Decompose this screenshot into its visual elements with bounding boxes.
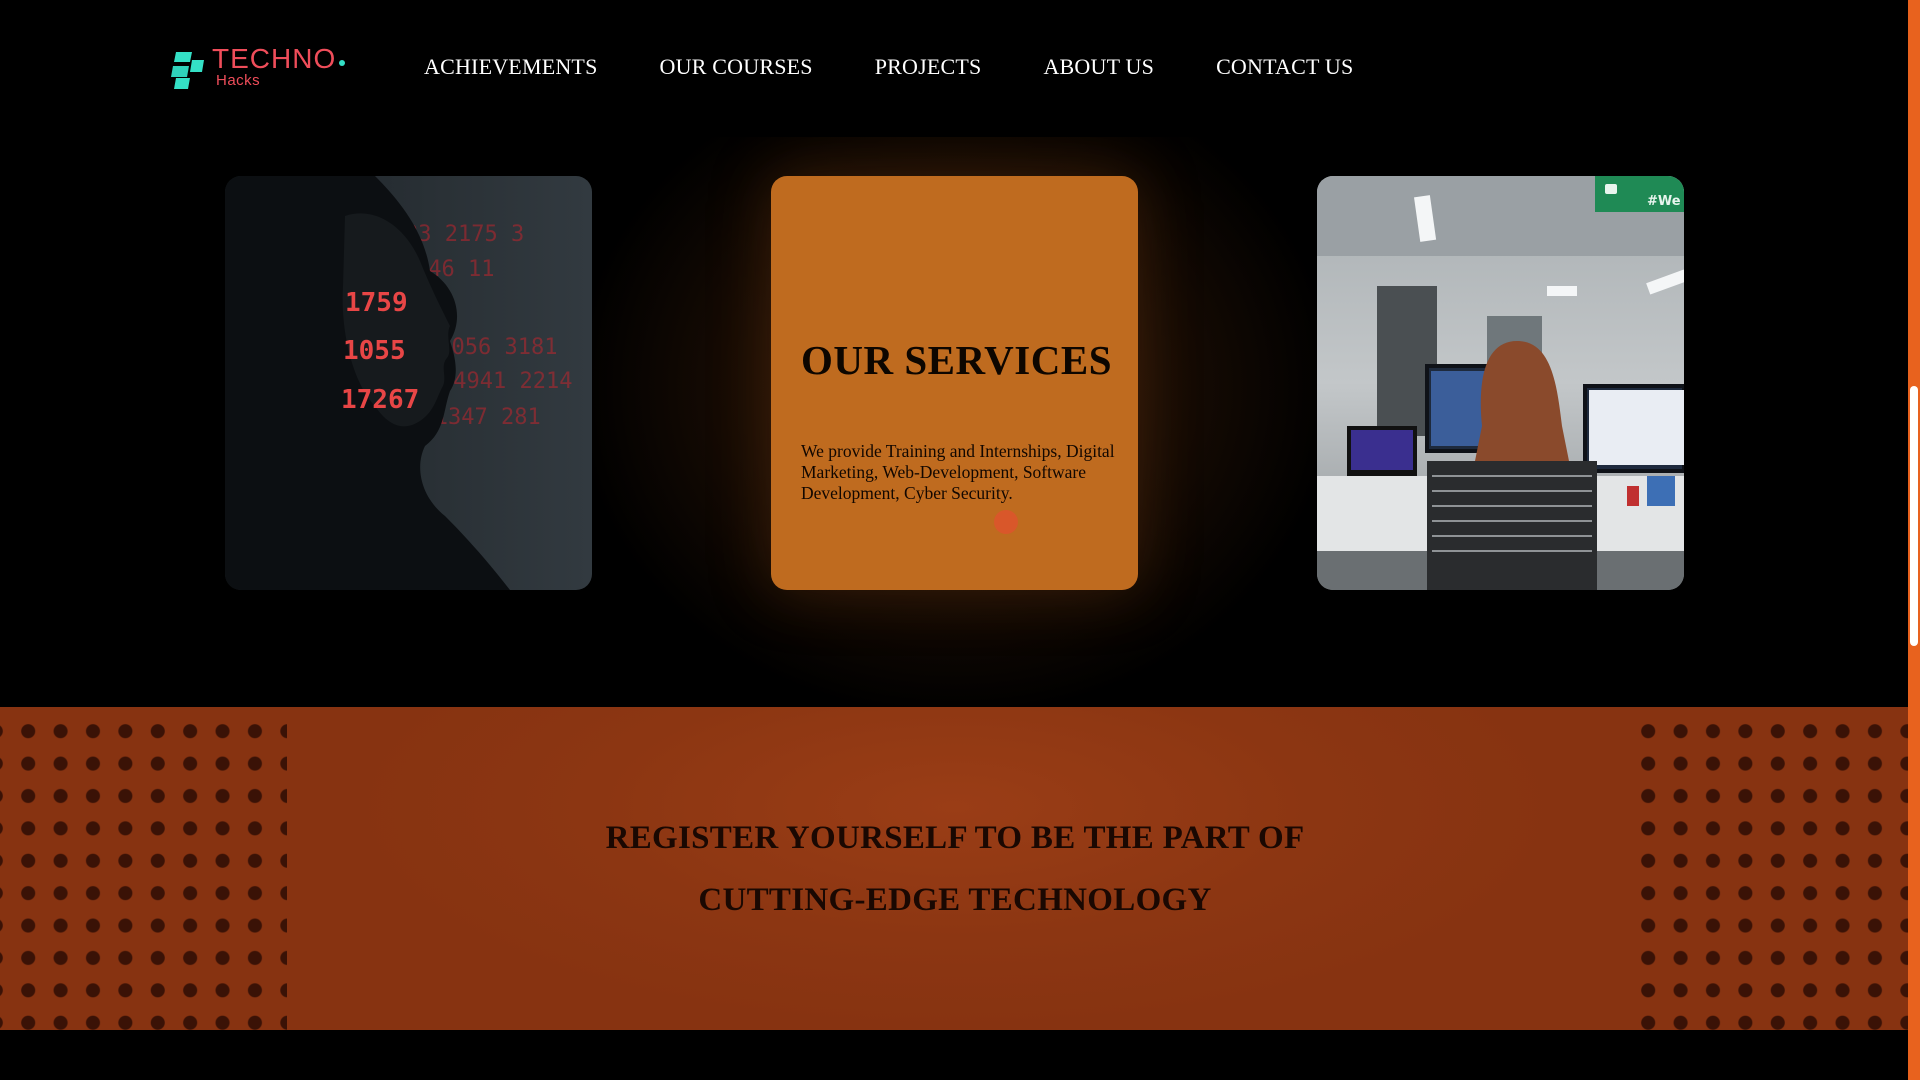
footer-band	[0, 1030, 1908, 1080]
logo[interactable]: TECHNO Hacks	[170, 44, 350, 94]
code-line-2: 1055	[343, 336, 406, 366]
code-line-1: 1759	[345, 288, 408, 318]
svg-text:23 2175 3: 23 2175 3	[405, 222, 524, 247]
page: TECHNO Hacks ACHIEVEMENTS OUR COURSES PR…	[0, 0, 1920, 1080]
register-heading: REGISTER YOURSELF TO BE THE PART OF CUTT…	[500, 807, 1410, 931]
office-image: #We	[1317, 176, 1684, 590]
services-card[interactable]: OUR SERVICES We provide Training and Int…	[771, 176, 1138, 590]
dot-pattern-left	[0, 707, 287, 1030]
logo-dot-icon	[339, 60, 346, 66]
cursor-dot-icon	[994, 510, 1018, 534]
services-description: We provide Training and Internships, Dig…	[801, 441, 1115, 503]
nav-contact-us[interactable]: CONTACT US	[1216, 54, 1353, 80]
hacker-image: 23 2175 3 046 11 12056 3181 14941 2214 3…	[225, 176, 592, 590]
main-nav: ACHIEVEMENTS OUR COURSES PROJECTS ABOUT …	[424, 54, 1353, 80]
nav-projects[interactable]: PROJECTS	[875, 54, 982, 80]
svg-text:14941 2214: 14941 2214	[440, 369, 572, 394]
header: TECHNO Hacks ACHIEVEMENTS OUR COURSES PR…	[0, 0, 1908, 137]
logo-title: TECHNO	[212, 44, 346, 74]
nav-our-courses[interactable]: OUR COURSES	[660, 54, 813, 80]
services-title: OUR SERVICES	[801, 337, 1112, 383]
logo-subtitle: Hacks	[216, 72, 261, 89]
dot-pattern-right	[1624, 707, 1908, 1030]
nav-about-us[interactable]: ABOUT US	[1043, 54, 1154, 80]
code-line-3: 17267	[341, 385, 419, 415]
nav-achievements[interactable]: ACHIEVEMENTS	[424, 54, 598, 80]
logo-mark-icon	[171, 52, 204, 89]
register-line-1: REGISTER YOURSELF TO BE THE PART OF	[605, 820, 1305, 856]
register-line-2: CUTTING-EDGE TECHNOLOGY	[698, 882, 1212, 918]
scrollbar-thumb[interactable]	[1910, 386, 1918, 646]
services-section: 23 2175 3 046 11 12056 3181 14941 2214 3…	[0, 137, 1908, 707]
register-banner: REGISTER YOURSELF TO BE THE PART OF CUTT…	[0, 707, 1908, 1030]
wall-sign-text: #We	[1647, 194, 1681, 209]
page-scrollbar[interactable]	[1908, 0, 1920, 1080]
